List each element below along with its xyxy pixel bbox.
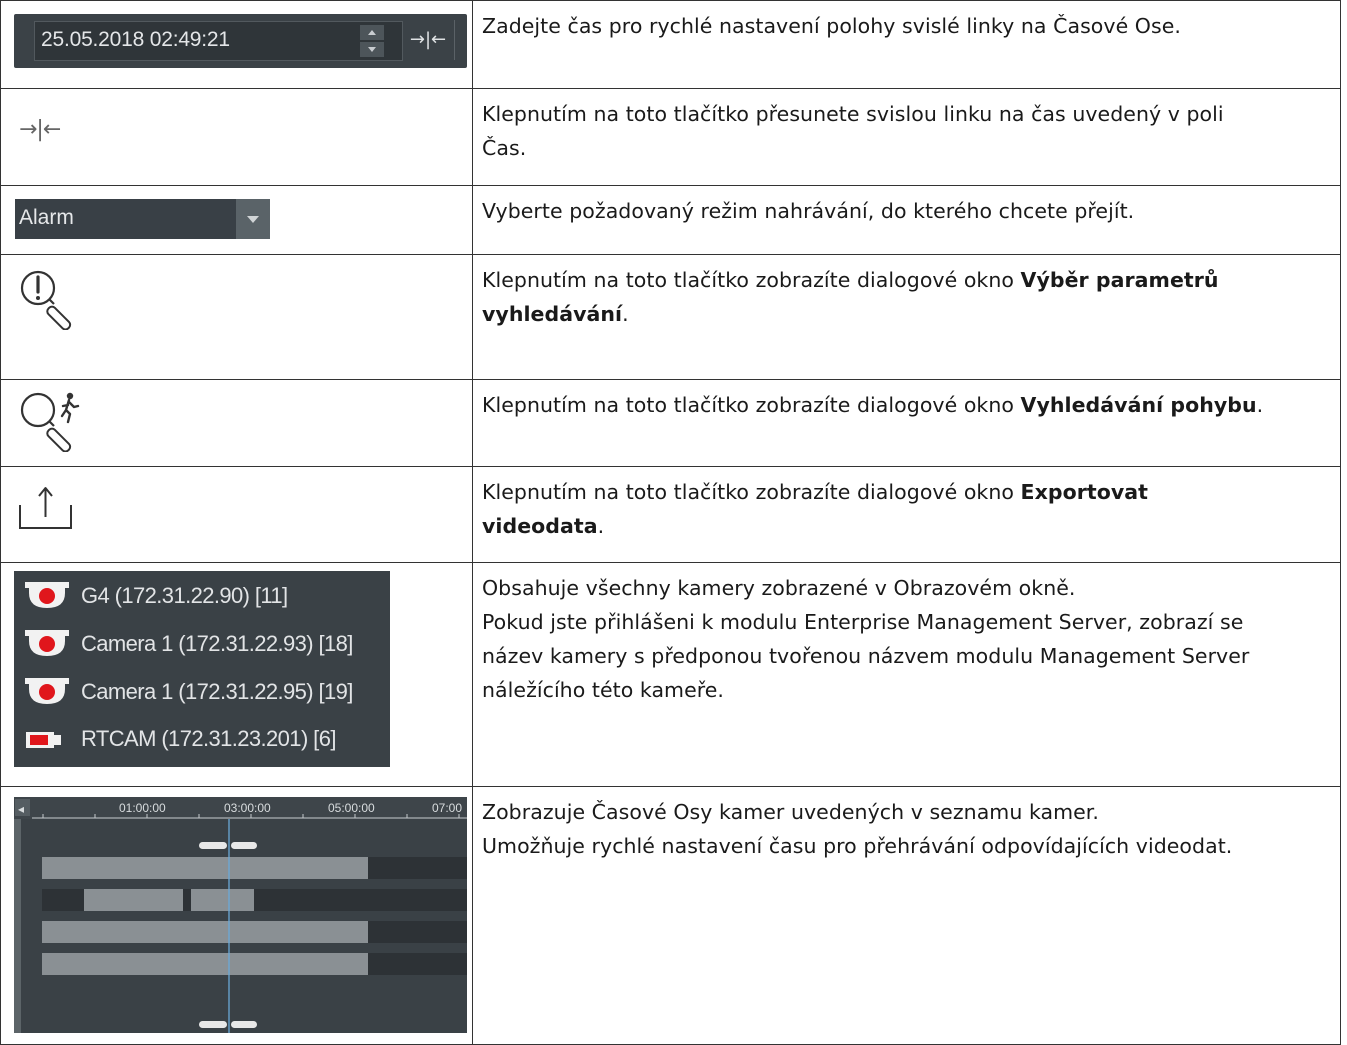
- ui-element-cell: ◂ 01:00:00 03:00:00 05:00:00 07:00: [0, 786, 473, 1045]
- camera-label: G4 (172.31.22.90) [11]: [81, 583, 288, 608]
- table-row: Alarm Vyberte požadovaný režim nahrávání…: [0, 185, 1341, 255]
- dialog-name: vyhledávání: [482, 302, 623, 326]
- row-description: .: [597, 514, 605, 538]
- playhead-handle[interactable]: [231, 842, 257, 849]
- spin-down-icon[interactable]: [360, 42, 384, 57]
- dome-camera-icon: [25, 582, 69, 608]
- timeline-panel[interactable]: ◂ 01:00:00 03:00:00 05:00:00 07:00: [14, 797, 467, 1033]
- list-item[interactable]: Camera 1 (172.31.22.93) [18]: [14, 623, 390, 663]
- playhead-handle[interactable]: [199, 1021, 227, 1028]
- ui-element-cell: G4 (172.31.22.90) [11] Camera 1 (172.31.…: [0, 562, 473, 787]
- recording-mode-dropdown[interactable]: Alarm: [15, 199, 270, 239]
- dialog-name: Výběr parametrů: [1020, 268, 1219, 292]
- description-cell: Zadejte čas pro rychlé nastavení polohy …: [472, 0, 1341, 89]
- playhead-handle[interactable]: [199, 842, 227, 849]
- row-description: Zobrazuje Časové Osy kamer uvedených v s…: [482, 800, 1099, 824]
- camera-label: Camera 1 (172.31.22.95) [19]: [81, 679, 353, 704]
- playhead-handle[interactable]: [231, 1021, 257, 1028]
- recording-segment[interactable]: [42, 953, 368, 975]
- list-item[interactable]: Camera 1 (172.31.22.95) [19]: [14, 671, 390, 711]
- row-description: .: [1256, 393, 1264, 417]
- export-icon: [19, 487, 72, 529]
- icon-description-table: 25.05.2018 02:49:21 →|← Zadejte čas pro …: [0, 0, 1341, 1045]
- time-input[interactable]: 25.05.2018 02:49:21: [34, 21, 403, 61]
- table-row: →|← Klepnutím na toto tlačítko přesunete…: [0, 88, 1341, 186]
- ui-element-cell: 25.05.2018 02:49:21 →|←: [0, 0, 473, 89]
- description-cell: Zobrazuje Časové Osy kamer uvedených v s…: [472, 786, 1341, 1045]
- camera-label: Camera 1 (172.31.22.93) [18]: [81, 631, 353, 656]
- row-description: Klepnutím na toto tlačítko přesunete svi…: [482, 102, 1224, 126]
- description-cell: Vyberte požadovaný režim nahrávání, do k…: [472, 185, 1341, 255]
- time-input-value: 25.05.2018 02:49:21: [41, 28, 230, 51]
- row-description: Umožňuje rychlé nastavení času pro přehr…: [482, 834, 1233, 858]
- ui-element-cell: [0, 466, 473, 563]
- row-description: Pokud jste přihlášeni k modulu Enterpris…: [482, 610, 1244, 634]
- row-description: Vyberte požadovaný režim nahrávání, do k…: [482, 199, 1135, 223]
- recording-segment[interactable]: [191, 889, 254, 911]
- row-description: Obsahuje všechny kamery zobrazené v Obra…: [482, 576, 1076, 600]
- timeline[interactable]: ◂ 01:00:00 03:00:00 05:00:00 07:00: [14, 797, 467, 1033]
- description-cell: Klepnutím na toto tlačítko zobrazíte dia…: [472, 379, 1341, 467]
- table-row: 25.05.2018 02:49:21 →|← Zadejte čas pro …: [0, 0, 1341, 89]
- row-description: název kamery s předponou tvořenou názvem…: [482, 644, 1250, 668]
- spin-up-icon[interactable]: [360, 25, 384, 40]
- table-row: ◂ 01:00:00 03:00:00 05:00:00 07:00 Zobra…: [0, 786, 1341, 1045]
- motion-search-icon: [20, 392, 80, 452]
- camera-list: G4 (172.31.22.90) [11] Camera 1 (172.31.…: [14, 571, 390, 767]
- row-description: Zadejte čas pro rychlé nastavení polohy …: [482, 14, 1181, 38]
- row-description: Čas.: [482, 136, 527, 160]
- list-item[interactable]: RTCAM (172.31.23.201) [6]: [14, 718, 390, 758]
- dome-camera-icon: [25, 678, 69, 704]
- recording-segment[interactable]: [42, 921, 368, 943]
- camera-label: RTCAM (172.31.23.201) [6]: [81, 726, 336, 751]
- go-to-time-button[interactable]: →|←: [406, 24, 450, 56]
- ui-element-cell: [0, 379, 473, 467]
- row-description: Klepnutím na toto tlačítko zobrazíte dia…: [482, 268, 1021, 292]
- dropdown-selected-value: Alarm: [19, 206, 74, 229]
- table-row: Klepnutím na toto tlačítko zobrazíte dia…: [0, 379, 1341, 467]
- time-spinner[interactable]: [360, 25, 384, 57]
- dialog-name: Vyhledávání pohybu: [1020, 393, 1257, 417]
- description-cell: Klepnutím na toto tlačítko přesunete svi…: [472, 88, 1341, 186]
- go-to-time-icon: →|←: [19, 117, 61, 142]
- row-description: Klepnutím na toto tlačítko zobrazíte dia…: [482, 480, 1021, 504]
- table-row: G4 (172.31.22.90) [11] Camera 1 (172.31.…: [0, 562, 1341, 787]
- row-description: náležícího této kameře.: [482, 678, 724, 702]
- chevron-down-icon[interactable]: [236, 199, 270, 239]
- description-cell: Klepnutím na toto tlačítko zobrazíte dia…: [472, 466, 1341, 563]
- recording-segment[interactable]: [42, 857, 368, 879]
- box-camera-icon: [26, 732, 61, 748]
- table-row: Klepnutím na toto tlačítko zobrazíte dia…: [0, 466, 1341, 563]
- timeline-tick-label: 03:00:00: [224, 801, 271, 815]
- row-description: .: [622, 302, 629, 326]
- chevron-left-icon: ◂: [18, 802, 24, 816]
- dome-camera-icon: [25, 630, 69, 656]
- row-description: Klepnutím na toto tlačítko zobrazíte dia…: [482, 393, 1021, 417]
- ui-element-cell: Alarm: [0, 185, 473, 255]
- table-row: Klepnutím na toto tlačítko zobrazíte dia…: [0, 254, 1341, 380]
- time-input-panel: 25.05.2018 02:49:21 →|←: [14, 14, 467, 68]
- description-cell: Klepnutím na toto tlačítko zobrazíte dia…: [472, 254, 1341, 380]
- description-cell: Obsahuje všechny kamery zobrazené v Obra…: [472, 562, 1341, 787]
- divider: [454, 20, 455, 60]
- recording-segment[interactable]: [84, 889, 183, 911]
- alarm-search-icon: [20, 270, 72, 330]
- ui-element-cell: →|←: [0, 88, 473, 186]
- dialog-name: Exportovat: [1020, 480, 1149, 504]
- dialog-name: videodata: [482, 514, 598, 538]
- timeline-tick-label: 07:00: [432, 801, 462, 815]
- timeline-tick-label: 01:00:00: [119, 801, 166, 815]
- list-item[interactable]: G4 (172.31.22.90) [11]: [14, 575, 390, 615]
- timeline-tick-label: 05:00:00: [328, 801, 375, 815]
- ui-element-cell: [0, 254, 473, 380]
